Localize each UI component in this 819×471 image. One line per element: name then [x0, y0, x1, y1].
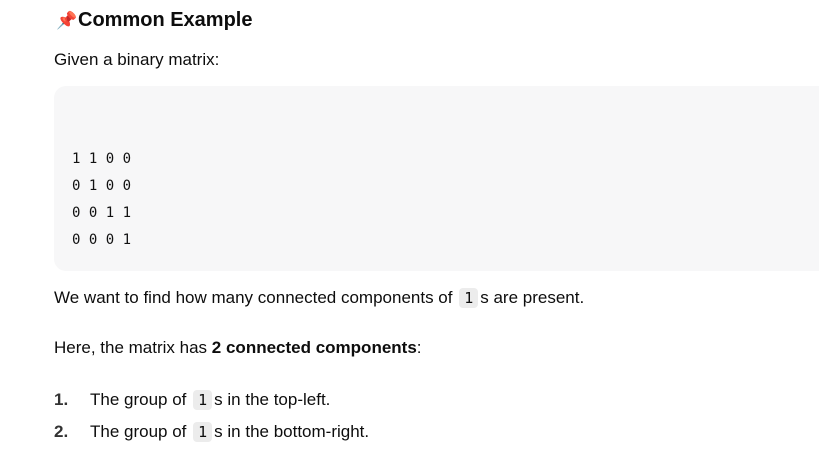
list-text-before: The group of: [90, 422, 187, 441]
code-block: 1 1 0 0 0 1 0 0 0 0 1 1 0 0 0 1: [54, 86, 819, 271]
list-number: 2.: [54, 422, 69, 441]
intro-text: Given a binary matrix:: [54, 50, 220, 69]
heading-text: Common Example: [78, 9, 253, 31]
list-text-after: s in the bottom-right.: [214, 422, 370, 441]
matrix-code: 1 1 0 0 0 1 0 0 0 0 1 1 0 0 0 1: [72, 146, 131, 254]
list-item: 1. The group of 1s in the top-left.: [54, 384, 369, 416]
goal-text-after: s are present.: [480, 288, 585, 307]
list-number: 1.: [54, 390, 69, 409]
result-paragraph: Here, the matrix has 2 connected compone…: [54, 336, 422, 360]
pushpin-icon: 📌: [56, 11, 78, 30]
matrix-row: 0 0 0 1: [72, 232, 132, 248]
inline-code: 1: [193, 390, 213, 410]
inline-code: 1: [193, 422, 213, 442]
matrix-row: 1 1 0 0: [72, 151, 132, 167]
result-bold: 2 connected components: [211, 338, 417, 357]
matrix-row: 0 0 1 1: [72, 205, 132, 221]
goal-paragraph: We want to find how many connected compo…: [54, 286, 584, 310]
goal-text-before: We want to find how many connected compo…: [54, 288, 453, 307]
result-text-before: Here, the matrix has: [54, 338, 208, 357]
result-text-after: :: [416, 338, 422, 357]
list-text-after: s in the top-left.: [214, 390, 331, 409]
inline-code: 1: [459, 288, 479, 308]
list-text-before: The group of: [90, 390, 187, 409]
section-heading: 📌Common Example: [56, 6, 252, 35]
list-item: 2. The group of 1s in the bottom-right.: [54, 416, 369, 448]
components-list: 1. The group of 1s in the top-left. 2. The…: [54, 384, 369, 448]
matrix-row: 0 1 0 0: [72, 178, 132, 194]
